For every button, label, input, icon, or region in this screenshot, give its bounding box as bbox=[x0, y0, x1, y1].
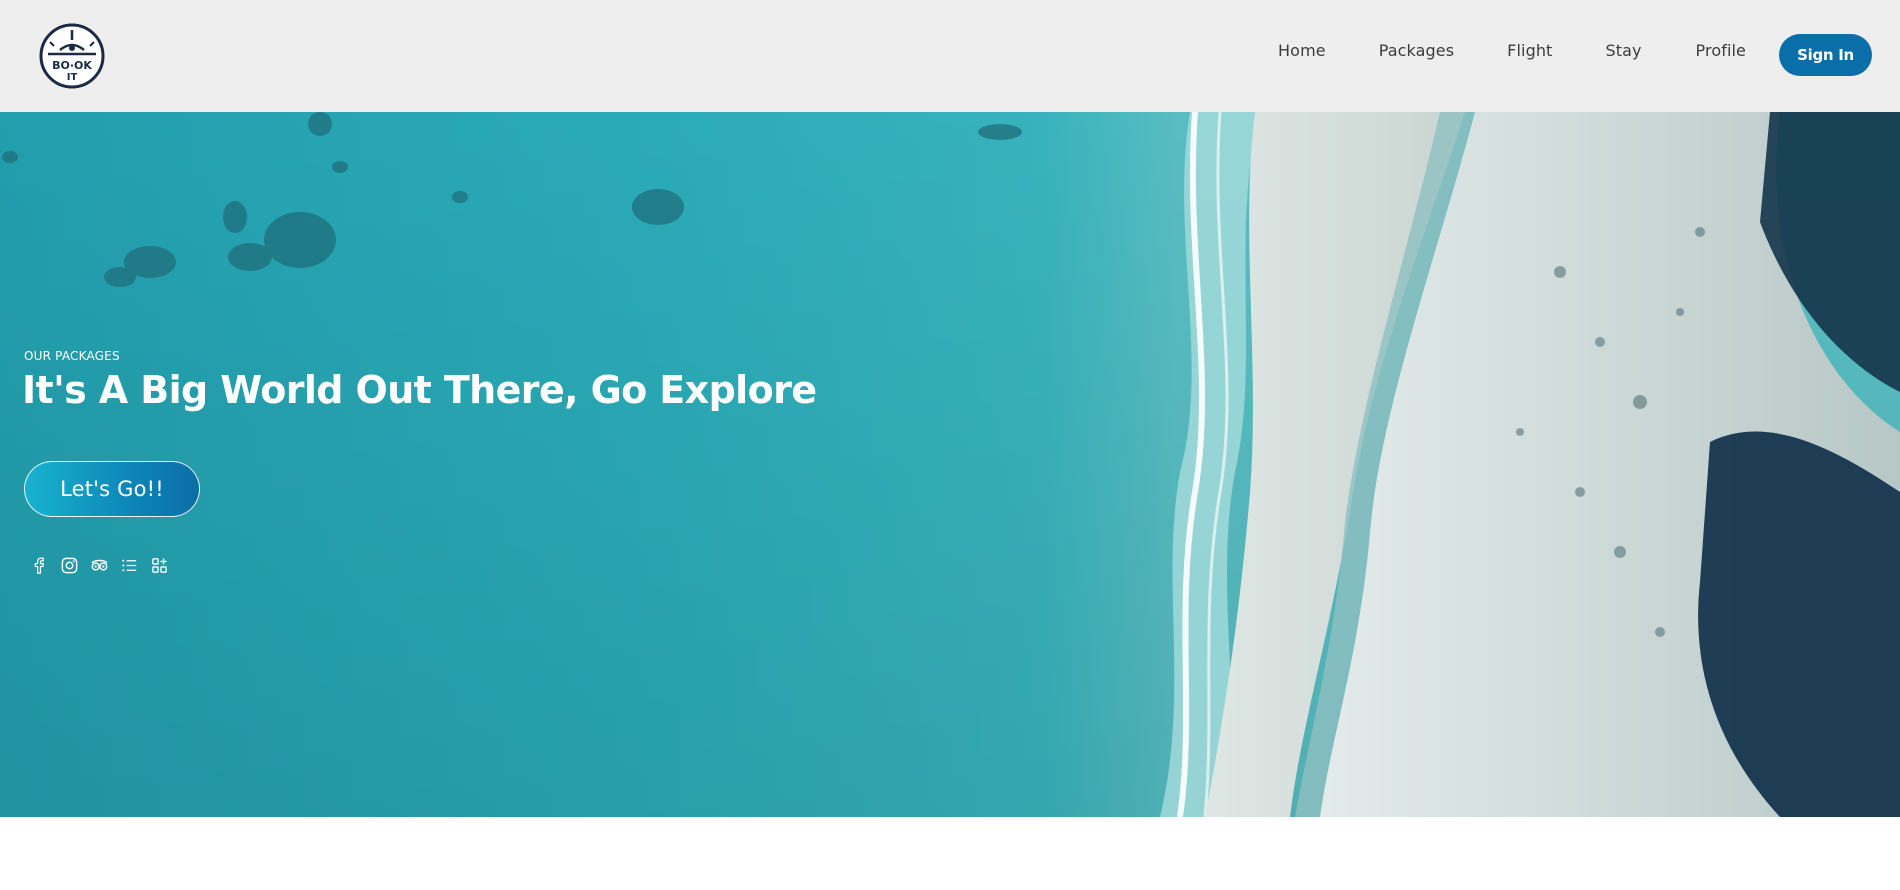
list-icon[interactable] bbox=[119, 555, 139, 575]
nav-link-flight[interactable]: Flight bbox=[1507, 41, 1552, 60]
social-links bbox=[29, 555, 169, 575]
instagram-icon[interactable] bbox=[59, 555, 79, 575]
facebook-icon[interactable] bbox=[29, 555, 49, 575]
apps-icon[interactable] bbox=[149, 555, 169, 575]
hero-eyebrow: OUR PACKAGES bbox=[24, 349, 120, 363]
hero-section: OUR PACKAGES It's A Big World Out There,… bbox=[0, 112, 1900, 817]
nav-link-profile[interactable]: Profile bbox=[1696, 41, 1746, 60]
lets-go-button[interactable]: Let's Go!! bbox=[24, 461, 200, 517]
tripadvisor-icon[interactable] bbox=[89, 555, 109, 575]
logo-text-top: BO·OK bbox=[52, 59, 92, 72]
nav-link-packages[interactable]: Packages bbox=[1379, 41, 1454, 60]
top-navbar: BO·OK IT Home Packages Flight Stay Profi… bbox=[0, 0, 1900, 112]
hero-headline: It's A Big World Out There, Go Explore bbox=[22, 368, 817, 412]
nav-link-stay[interactable]: Stay bbox=[1605, 41, 1641, 60]
book-it-logo[interactable]: BO·OK IT bbox=[38, 22, 106, 90]
plane-logo-icon: BO·OK IT bbox=[39, 23, 105, 89]
aerial-beach-background-image bbox=[0, 112, 1900, 817]
sign-in-button[interactable]: Sign In bbox=[1779, 34, 1872, 76]
main-nav: Home Packages Flight Stay Profile bbox=[1278, 41, 1746, 60]
nav-link-home[interactable]: Home bbox=[1278, 41, 1326, 60]
logo-text-bottom: IT bbox=[67, 72, 78, 83]
